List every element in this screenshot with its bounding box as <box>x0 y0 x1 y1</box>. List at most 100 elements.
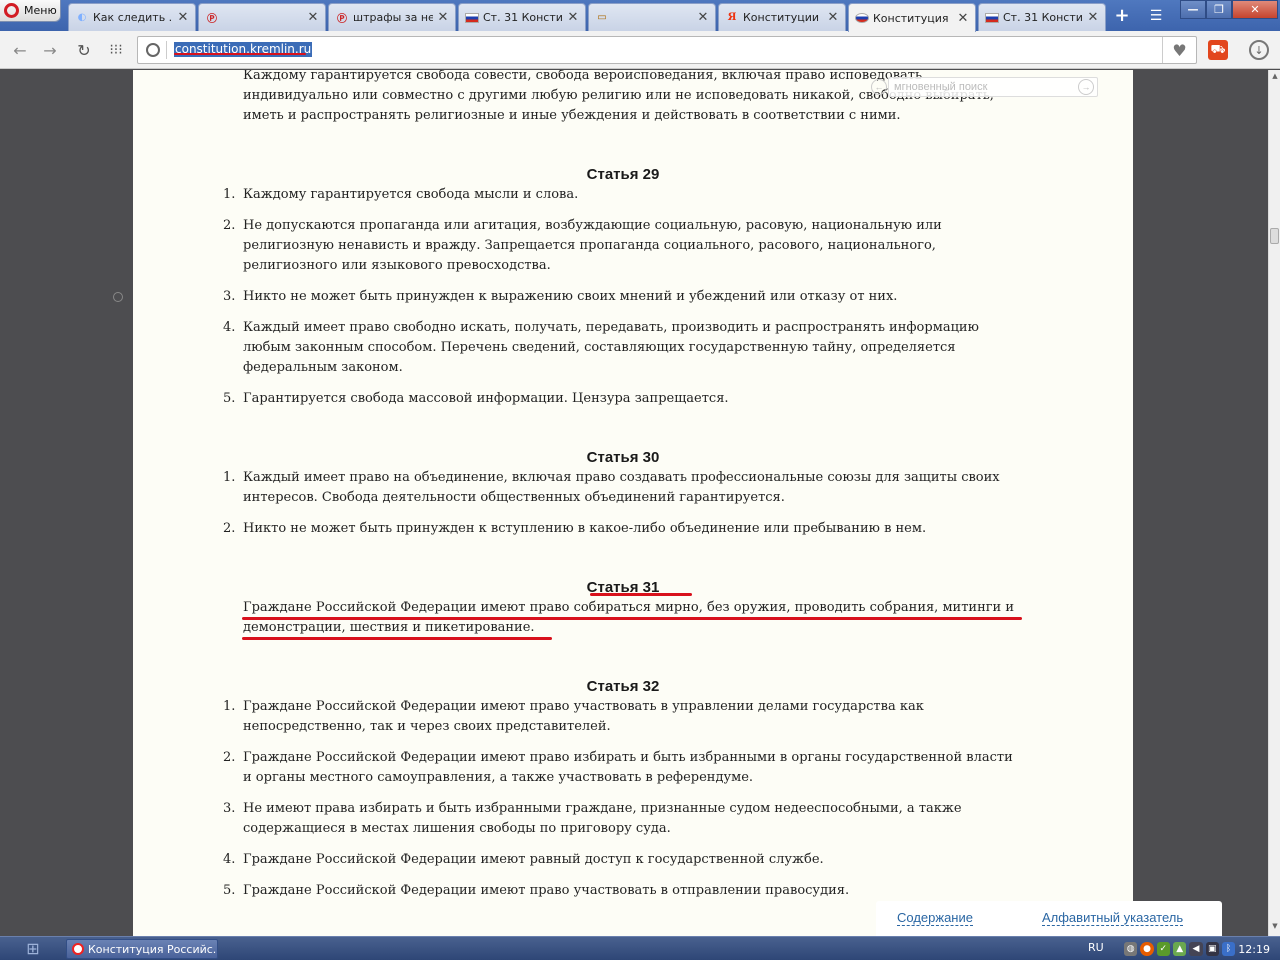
cart-icon[interactable]: ⛟ <box>1208 40 1228 60</box>
tab-3[interactable]: Ⓟ штрафы за нес... ✕ <box>328 3 456 31</box>
document-text: Каждому гарантируется свобода совести, с… <box>223 70 1023 912</box>
close-tab-icon[interactable]: ✕ <box>1087 10 1099 25</box>
address-toolbar: ← → ↻ ⁝⁝⁝ constitution.kremlin.ru ♥ ⛟ ↓ <box>0 31 1280 69</box>
contents-link[interactable]: Содержание <box>897 911 973 926</box>
close-tab-icon[interactable]: ✕ <box>177 10 189 25</box>
page-viewport: Каждому гарантируется свобода совести, с… <box>0 70 1268 936</box>
tab-4[interactable]: Ст. 31 Констит... ✕ <box>458 3 586 31</box>
consultant-icon: Ⓟ <box>207 14 217 25</box>
tab-6[interactable]: Я Конституции Р... ✕ <box>718 3 846 31</box>
russia-flag-icon <box>985 12 999 24</box>
taskbar-clock[interactable]: 12:19 <box>1238 943 1270 956</box>
list-item: 4. Каждый имеет право свободно искать, по… <box>223 320 979 375</box>
tab-title: штрафы за нес... <box>353 11 433 24</box>
close-tab-icon[interactable]: ✕ <box>437 10 449 25</box>
instant-search-input[interactable]: ← мгновенный поиск → <box>871 77 1098 97</box>
volume-icon[interactable]: ◀ <box>1189 942 1203 956</box>
site-info-icon[interactable] <box>146 43 160 57</box>
opera-menu-button[interactable]: Меню <box>0 0 61 22</box>
tab-7-active[interactable]: Конституция Р... ✕ <box>848 3 976 32</box>
menu-label: Меню <box>24 4 57 17</box>
search-prev-icon[interactable]: ← <box>871 79 887 95</box>
tab-title: Ст. 31 Констит... <box>483 11 563 24</box>
start-button-icon[interactable]: ⊞ <box>20 939 46 959</box>
list-item: 4. Граждане Российской Федерации имеют ра… <box>223 852 824 867</box>
alphabetical-index-link[interactable]: Алфавитный указатель <box>1041 911 1184 926</box>
tab-5[interactable]: ▭ ✕ <box>588 3 716 31</box>
article-32-list: 1. Граждане Российской Федерации имеют пр… <box>223 697 1023 901</box>
tab-1[interactable]: ◐ Как следить ... ✕ <box>68 3 196 31</box>
scroll-thumb[interactable] <box>1270 228 1279 244</box>
kremlin-flag-icon <box>855 12 869 24</box>
language-indicator[interactable]: RU <box>1088 941 1104 954</box>
close-tab-icon[interactable]: ✕ <box>957 11 969 26</box>
list-item: 3. Никто не может быть принужден к выраже… <box>223 289 898 304</box>
address-bar[interactable]: constitution.kremlin.ru ♥ <box>137 36 1197 64</box>
list-item: 3. Не имеют права избирать и быть избранн… <box>223 801 962 836</box>
system-tray: ◍ ● ✓ ▲ ◀ ▣ ᛒ 12:19 <box>1118 939 1280 959</box>
document-page: Каждому гарантируется свобода совести, с… <box>133 70 1133 936</box>
list-item: 2. Граждане Российской Федерации имеют пр… <box>223 750 1013 785</box>
tab-2[interactable]: Ⓟ ✕ <box>198 3 326 31</box>
back-button[interactable]: ← <box>8 39 32 61</box>
reload-button[interactable]: ↻ <box>72 39 96 61</box>
maximize-button[interactable]: ❐ <box>1206 0 1232 19</box>
article-30-heading: Статья 30 <box>586 449 660 466</box>
article-30-list: 1. Каждый имеет право на объединение, вкл… <box>223 468 1023 539</box>
bluetooth-icon[interactable]: ᛒ <box>1221 942 1236 956</box>
yandex-icon: Я <box>727 12 737 23</box>
car-icon: ▭ <box>597 12 607 23</box>
speed-dial-button[interactable]: ⁝⁝⁝ <box>104 39 128 61</box>
tab-menu-button[interactable]: ☰ <box>1142 3 1170 28</box>
article-29-heading: Статья 29 <box>586 166 660 183</box>
tray-browser-icon[interactable]: ● <box>1140 942 1154 956</box>
bottom-navigation-panel: Содержание Алфавитный указатель <box>876 901 1222 936</box>
tab-title: Конституция Р... <box>873 11 953 25</box>
article-31-heading-underline-annotation <box>590 593 692 596</box>
display-icon[interactable]: ▣ <box>1205 942 1219 956</box>
windows-taskbar: ⊞ Конституция Российс... RU ◍ ● ✓ ▲ ◀ ▣ … <box>0 936 1280 960</box>
close-tab-icon[interactable]: ✕ <box>697 10 709 25</box>
tab-title: Конституции Р... <box>743 11 823 24</box>
heart-icon[interactable]: ♥ <box>1162 37 1196 63</box>
vertical-scrollbar[interactable]: ▲ ▼ <box>1268 70 1280 936</box>
tab-title: Ст. 31 Констит... <box>1003 11 1083 24</box>
tab-bar: Меню ◐ Как следить ... ✕ Ⓟ ✕ Ⓟ штрафы за… <box>0 0 1280 32</box>
russia-flag-icon <box>465 12 479 24</box>
list-item: 5. Гарантируется свобода массовой информа… <box>223 391 729 406</box>
side-dot-icon <box>113 292 123 302</box>
list-item: 1. Граждане Российской Федерации имеют пр… <box>223 699 924 734</box>
minimize-button[interactable]: — <box>1180 0 1206 19</box>
close-tab-icon[interactable]: ✕ <box>567 10 579 25</box>
search-next-icon[interactable]: → <box>1078 79 1094 95</box>
article-32-heading: Статья 32 <box>586 678 660 695</box>
list-item: 1. Каждому гарантируется свобода мысли и … <box>223 187 579 202</box>
url-underline-annotation <box>174 53 306 55</box>
forward-button[interactable]: → <box>38 39 62 61</box>
tray-shield-icon[interactable]: ✓ <box>1156 942 1170 956</box>
consultant-icon: Ⓟ <box>337 14 347 25</box>
scroll-up-icon[interactable]: ▲ <box>1270 72 1280 84</box>
tray-app-icon[interactable]: ◍ <box>1124 942 1138 956</box>
list-item: 1. Каждый имеет право на объединение, вкл… <box>223 470 1000 505</box>
taskbar-window-title: Конституция Российс... <box>88 942 218 956</box>
close-window-button[interactable]: ✕ <box>1232 0 1278 19</box>
opera-logo-icon <box>72 943 84 955</box>
tab-8[interactable]: Ст. 31 Констит... ✕ <box>978 3 1106 31</box>
opera-logo-icon <box>4 3 19 18</box>
taskbar-opera-window[interactable]: Конституция Российс... <box>66 939 218 959</box>
tray-network-icon[interactable]: ▲ <box>1172 942 1187 956</box>
instant-search-placeholder: мгновенный поиск <box>894 81 988 93</box>
article-29-list: 1. Каждому гарантируется свобода мысли и … <box>223 185 1023 409</box>
list-item: 2. Не допускаются пропаганда или агитация… <box>223 218 942 273</box>
download-icon[interactable]: ↓ <box>1249 40 1269 60</box>
tab-title: Как следить ... <box>93 11 173 24</box>
list-item: 5. Граждане Российской Федерации имеют пр… <box>223 883 850 898</box>
article-31-line1-underline-annotation <box>242 617 1022 620</box>
new-tab-button[interactable]: + <box>1108 3 1136 28</box>
scroll-down-icon[interactable]: ▼ <box>1270 922 1280 934</box>
globe-icon: ◐ <box>77 12 87 23</box>
close-tab-icon[interactable]: ✕ <box>307 10 319 25</box>
close-tab-icon[interactable]: ✕ <box>827 10 839 25</box>
list-item: 2. Никто не может быть принужден к вступл… <box>223 521 927 536</box>
